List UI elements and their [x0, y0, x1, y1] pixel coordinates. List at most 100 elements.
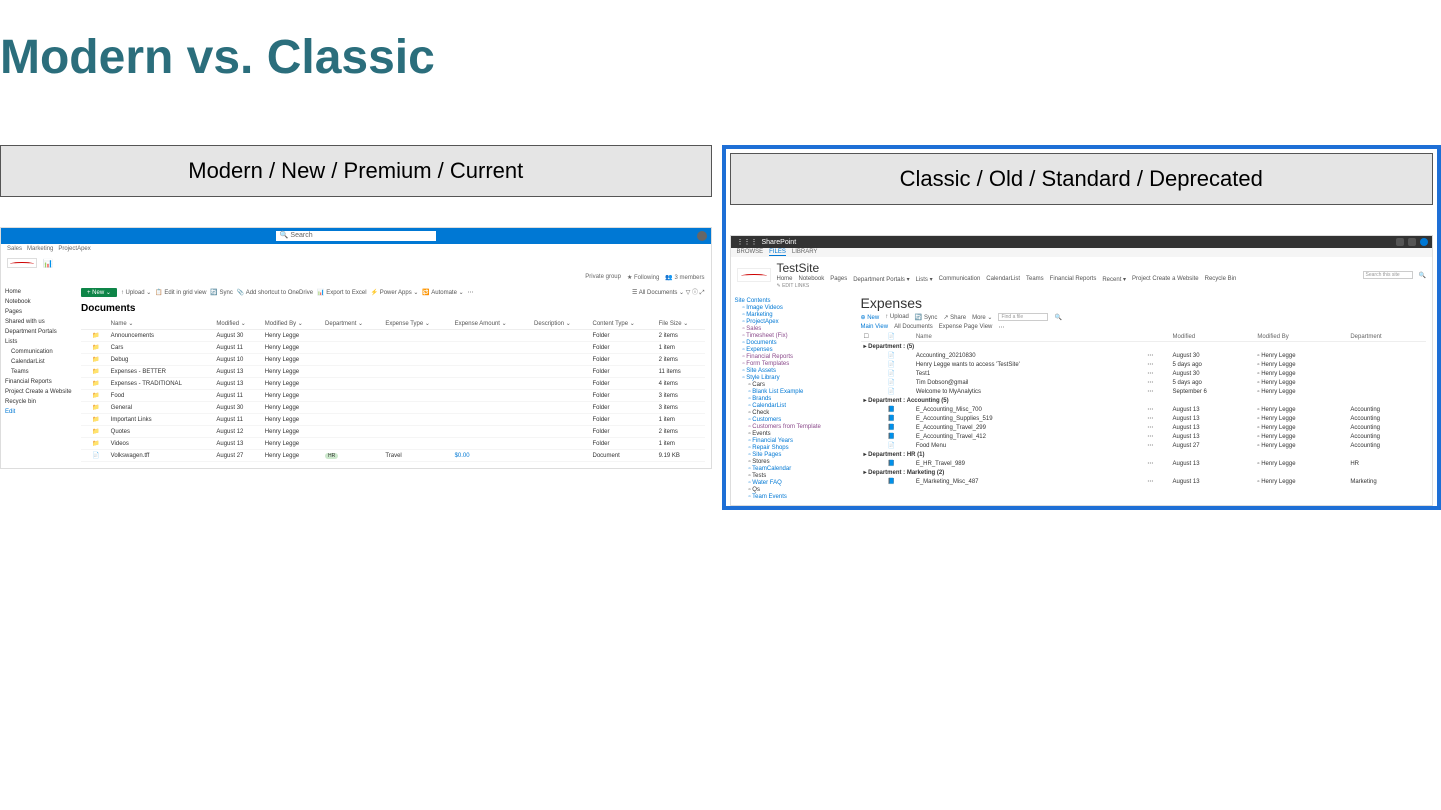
sync-button[interactable]: 🔄 Sync	[915, 314, 937, 321]
nav-link[interactable]: CalendarList	[986, 276, 1020, 283]
nav-item[interactable]: Shared with us	[5, 317, 77, 327]
table-row[interactable]: 📁VideosAugust 13Henry LeggeFolder1 item	[81, 438, 705, 450]
table-row[interactable]: 📄Accounting_20210830⋯August 30▫ Henry Le…	[861, 351, 1427, 360]
column-header[interactable]: Department	[1347, 332, 1426, 342]
members-button[interactable]: 👥 3 members	[665, 274, 704, 281]
tree-item[interactable]: ▫ CalendarList	[735, 403, 857, 410]
tree-title[interactable]: Site Contents	[735, 297, 857, 304]
tree-item[interactable]: ▫ ProjectApex	[735, 319, 857, 326]
sync-button[interactable]: 🔄 Sync	[210, 289, 232, 296]
table-row[interactable]: 📄Test1⋯August 30▫ Henry Legge	[861, 369, 1427, 378]
table-row[interactable]: 📁AnnouncementsAugust 30Henry LeggeFolder…	[81, 330, 705, 342]
tree-item[interactable]: ▫ TeamCalendar	[735, 466, 857, 473]
user-avatar[interactable]	[697, 231, 707, 241]
table-row[interactable]: 📄Volkswagen.tffAugust 27Henry LeggeHRTra…	[81, 450, 705, 462]
nav-link[interactable]: Pages	[830, 276, 847, 283]
user-avatar[interactable]	[1420, 238, 1428, 246]
nav-item[interactable]: Recycle bin	[5, 397, 77, 407]
column-header[interactable]: Modified By ⌄	[262, 318, 322, 330]
table-row[interactable]: 📄Food Menu⋯August 27▫ Henry LeggeAccount…	[861, 441, 1427, 450]
nav-item[interactable]: Teams	[5, 367, 77, 377]
table-row[interactable]: 📁DebugAugust 10Henry LeggeFolder2 items	[81, 354, 705, 366]
tree-item[interactable]: ▫ Timesheet (Fix)	[735, 333, 857, 340]
shortcut-button[interactable]: 📎 Add shortcut to OneDrive	[237, 289, 313, 296]
upload-button[interactable]: ↑ Upload	[885, 314, 909, 320]
column-header[interactable]	[1144, 332, 1169, 342]
group-header[interactable]: ▸ Department : Accounting (5)	[861, 396, 1427, 405]
nav-item[interactable]: Lists	[5, 337, 77, 347]
tree-item[interactable]: ▫ Blank List Example	[735, 389, 857, 396]
group-header[interactable]: ▸ Department : HR (1)	[861, 450, 1427, 459]
column-header[interactable]: Content Type ⌄	[590, 318, 656, 330]
column-header[interactable]: 📄	[884, 332, 912, 342]
tree-item[interactable]: ▫ Water FAQ	[735, 480, 857, 487]
nav-link[interactable]: Home	[777, 276, 793, 283]
tree-item[interactable]: ▫ Expenses	[735, 347, 857, 354]
search-input[interactable]: 🔍 Search	[276, 231, 436, 241]
column-header[interactable]: Modified	[1170, 332, 1255, 342]
tree-item[interactable]: ▫ Brands	[735, 396, 857, 403]
automate-button[interactable]: 🔁 Automate ⌄	[422, 289, 463, 296]
view-controls[interactable]: ☰ All Documents ⌄ ▽ ⓘ ⤢	[632, 287, 705, 297]
column-header[interactable]: ☐	[861, 332, 885, 342]
tree-item[interactable]: ▫ Cars	[735, 382, 857, 389]
tree-item[interactable]: ▫ Financial Years	[735, 438, 857, 445]
tree-item[interactable]: ▫ Team Events	[735, 494, 857, 501]
view-link[interactable]: All Documents	[894, 324, 933, 331]
tree-item[interactable]: ▫ Tests	[735, 473, 857, 480]
share-button[interactable]: ↗ Share	[943, 314, 966, 321]
upload-button[interactable]: ↑ Upload ⌄	[121, 289, 151, 296]
nav-link[interactable]: Recycle Bin	[1205, 276, 1237, 283]
tree-item[interactable]: ▫ Financial Reports	[735, 354, 857, 361]
column-header[interactable]	[89, 318, 107, 330]
column-header[interactable]: File Size ⌄	[656, 318, 705, 330]
group-header[interactable]: ▸ Department : Marketing (2)	[861, 468, 1427, 477]
column-header[interactable]: Description ⌄	[531, 318, 589, 330]
table-row[interactable]: 📁QuotesAugust 12Henry LeggeFolder2 items	[81, 426, 705, 438]
nav-item[interactable]: Home	[5, 287, 77, 297]
table-row[interactable]: 📁FoodAugust 11Henry LeggeFolder3 items	[81, 390, 705, 402]
column-header[interactable]: Modified By	[1254, 332, 1347, 342]
tree-item[interactable]: ▫ Stores	[735, 459, 857, 466]
column-header[interactable]: Modified ⌄	[213, 318, 261, 330]
table-row[interactable]: 📘E_Accounting_Travel_299⋯August 13▫ Henr…	[861, 423, 1427, 432]
column-header[interactable]: Expense Type ⌄	[382, 318, 451, 330]
view-link[interactable]: ⋯	[998, 324, 1004, 331]
column-header[interactable]	[81, 318, 89, 330]
tree-item[interactable]: ▫ Marketing	[735, 312, 857, 319]
ribbon-tab[interactable]: FILES	[769, 249, 786, 256]
tree-item[interactable]: ▫ Customers from Template	[735, 424, 857, 431]
table-row[interactable]: 📄Tim Dobson@gmail⋯5 days ago▫ Henry Legg…	[861, 378, 1427, 387]
tree-item[interactable]: ▫ Style Library	[735, 375, 857, 382]
table-row[interactable]: 📘E_HR_Travel_989⋯August 13▫ Henry LeggeH…	[861, 459, 1427, 468]
table-row[interactable]: 📘E_Accounting_Misc_700⋯August 13▫ Henry …	[861, 405, 1427, 414]
table-row[interactable]: 📁Expenses - TRADITIONALAugust 13Henry Le…	[81, 378, 705, 390]
nav-link[interactable]: Marketing	[27, 246, 53, 252]
help-icon[interactable]	[1408, 238, 1416, 246]
table-row[interactable]: 📁Expenses - BETTERAugust 13Henry LeggeFo…	[81, 366, 705, 378]
nav-link[interactable]: Teams	[1026, 276, 1044, 283]
nav-item[interactable]: Notebook	[5, 297, 77, 307]
edit-links[interactable]: ✎ EDIT LINKS	[777, 283, 1237, 289]
ribbon-tab[interactable]: BROWSE	[737, 249, 764, 256]
follow-button[interactable]: ★ Following	[627, 274, 659, 281]
column-header[interactable]: Expense Amount ⌄	[452, 318, 531, 330]
tree-item[interactable]: ▫ Events	[735, 431, 857, 438]
column-header[interactable]: Name	[913, 332, 1144, 342]
nav-link[interactable]: Communication	[939, 276, 981, 283]
tree-item[interactable]: ▫ Sales	[735, 326, 857, 333]
tree-item[interactable]: ▫ Qs	[735, 487, 857, 494]
table-row[interactable]: 📁GeneralAugust 30Henry LeggeFolder3 item…	[81, 402, 705, 414]
table-row[interactable]: 📄Henry Legge wants to access 'TestSite'⋯…	[861, 360, 1427, 369]
nav-edit[interactable]: Edit	[5, 407, 77, 417]
new-button[interactable]: ⊕ New	[861, 314, 880, 321]
overflow-button[interactable]: ⋯	[468, 289, 474, 296]
settings-icon[interactable]	[1396, 238, 1404, 246]
site-search-input[interactable]: Search this site	[1363, 271, 1413, 279]
nav-link[interactable]: Lists ▾	[916, 276, 933, 283]
nav-item[interactable]: Financial Reports	[5, 377, 77, 387]
nav-link[interactable]: Sales	[7, 246, 22, 252]
new-button[interactable]: + New ⌄	[81, 288, 117, 297]
view-link[interactable]: Expense Page View	[939, 324, 993, 331]
table-row[interactable]: 📄Welcome to MyAnalytics⋯September 6▫ Hen…	[861, 387, 1427, 396]
